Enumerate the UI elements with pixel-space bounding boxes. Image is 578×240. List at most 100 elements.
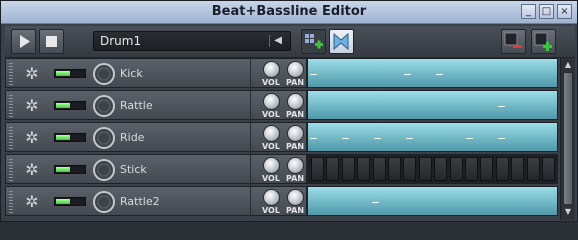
solo-button[interactable] — [93, 191, 115, 213]
scrollbar-thumb[interactable] — [563, 72, 573, 205]
remove-steps-button[interactable] — [501, 29, 526, 54]
scroll-down-icon[interactable]: ▼ — [562, 206, 574, 218]
note-mark — [436, 74, 443, 75]
track-name[interactable]: Stick — [120, 163, 147, 176]
pan-knob[interactable] — [287, 157, 304, 174]
drag-handle-icon[interactable] — [9, 191, 13, 213]
add-automation-icon — [333, 32, 349, 51]
stop-icon — [46, 36, 57, 47]
step-button[interactable] — [311, 157, 324, 181]
step-button[interactable] — [449, 157, 463, 181]
volume-label: VOL — [262, 206, 280, 215]
volume-knob[interactable] — [263, 157, 280, 174]
window-title: Beat+Bassline Editor — [211, 4, 367, 19]
pattern-select[interactable]: Drum1 ◀ — [93, 31, 291, 51]
pan-knob[interactable] — [287, 189, 304, 206]
volume-label: VOL — [262, 174, 280, 183]
track-name[interactable]: Rattle2 — [120, 195, 160, 208]
title-bar[interactable]: Beat+Bassline Editor _ □ × — [1, 1, 577, 24]
step-button[interactable] — [465, 157, 478, 181]
note-mark — [372, 202, 379, 203]
add-automation-button[interactable] — [329, 29, 354, 54]
pan-label: PAN — [286, 78, 305, 87]
step-button[interactable] — [326, 157, 340, 181]
gear-icon[interactable]: ✲ — [23, 129, 41, 147]
led-indicator — [56, 103, 70, 108]
play-icon — [20, 35, 30, 48]
step-button[interactable] — [403, 157, 417, 181]
pattern-area[interactable] — [307, 154, 558, 184]
mute-toggle[interactable] — [54, 69, 86, 78]
led-indicator — [56, 71, 70, 76]
track-header[interactable]: ✲ Kick VOL PAN — [5, 58, 309, 89]
track-knobs: VOL PAN — [250, 59, 309, 89]
note-mark — [406, 138, 413, 139]
pattern-area[interactable] — [307, 186, 558, 216]
step-button[interactable] — [357, 157, 371, 181]
play-button[interactable] — [11, 29, 36, 54]
step-button[interactable] — [372, 157, 386, 181]
step-button[interactable] — [480, 157, 494, 181]
step-button[interactable] — [341, 157, 355, 181]
volume-knob[interactable] — [263, 93, 280, 110]
drag-handle-icon[interactable] — [9, 159, 13, 181]
gear-icon[interactable]: ✲ — [23, 161, 41, 179]
volume-knob[interactable] — [263, 61, 280, 78]
pan-knob[interactable] — [287, 61, 304, 78]
track-header[interactable]: ✲ Rattle VOL PAN — [5, 90, 307, 121]
volume-knob[interactable] — [263, 125, 280, 142]
note-mark — [374, 138, 381, 139]
close-icon[interactable]: × — [557, 4, 572, 19]
step-button[interactable] — [495, 157, 509, 181]
step-button[interactable] — [511, 157, 525, 181]
solo-button[interactable] — [93, 127, 115, 149]
drag-handle-icon[interactable] — [9, 63, 13, 85]
led-indicator — [56, 199, 70, 204]
remove-steps-icon — [504, 32, 522, 48]
volume-label: VOL — [262, 110, 280, 119]
solo-button[interactable] — [93, 159, 115, 181]
pan-knob[interactable] — [287, 93, 304, 110]
track-header[interactable]: ✲ Stick VOL PAN — [5, 154, 307, 185]
step-button[interactable] — [418, 157, 432, 181]
pattern-area[interactable] — [307, 58, 558, 88]
maximize-icon[interactable]: □ — [539, 4, 554, 19]
vertical-scrollbar[interactable]: ▲ ▼ — [560, 58, 575, 220]
mute-toggle[interactable] — [54, 101, 86, 110]
drag-handle-icon[interactable] — [9, 127, 13, 149]
note-mark — [498, 138, 505, 139]
combo-separator — [269, 35, 270, 47]
step-button[interactable] — [526, 157, 540, 181]
gear-icon[interactable]: ✲ — [23, 65, 41, 83]
solo-button[interactable] — [93, 63, 115, 85]
pan-knob[interactable] — [287, 125, 304, 142]
led-indicator — [56, 135, 70, 140]
track-header[interactable]: ✲ Ride VOL PAN — [5, 122, 307, 153]
track-name[interactable]: Kick — [120, 67, 143, 80]
solo-button[interactable] — [93, 95, 115, 117]
gear-icon[interactable]: ✲ — [23, 97, 41, 115]
add-steps-button[interactable] — [531, 29, 556, 54]
mute-toggle[interactable] — [54, 197, 86, 206]
volume-knob[interactable] — [263, 189, 280, 206]
track-header[interactable]: ✲ Rattle2 VOL PAN — [5, 186, 307, 217]
pan-label: PAN — [286, 206, 305, 215]
minimize-icon[interactable]: _ — [521, 4, 536, 19]
drag-handle-icon[interactable] — [9, 95, 13, 117]
scroll-up-icon[interactable]: ▲ — [562, 59, 574, 71]
step-button[interactable] — [434, 157, 448, 181]
pan-label: PAN — [286, 142, 305, 151]
mute-toggle[interactable] — [54, 165, 86, 174]
note-mark — [466, 138, 473, 139]
step-button[interactable] — [542, 157, 555, 181]
step-button[interactable] — [388, 157, 401, 181]
gear-icon[interactable]: ✲ — [23, 193, 41, 211]
track-row: ✲ Rattle VOL PAN — [5, 90, 558, 121]
track-name[interactable]: Ride — [120, 131, 144, 144]
add-beat-button[interactable] — [301, 29, 326, 54]
pattern-area[interactable] — [307, 90, 558, 120]
mute-toggle[interactable] — [54, 133, 86, 142]
track-name[interactable]: Rattle — [120, 99, 153, 112]
stop-button[interactable] — [39, 29, 64, 54]
pattern-area[interactable] — [307, 122, 558, 152]
